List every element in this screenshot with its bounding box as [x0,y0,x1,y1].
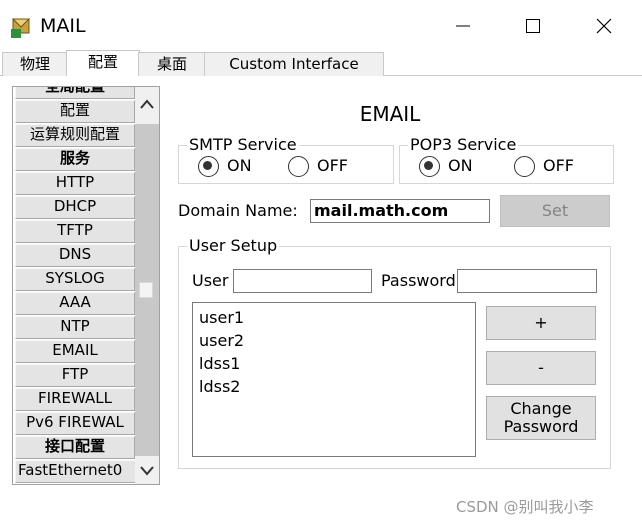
tab-physical[interactable]: 物理 [2,52,68,77]
list-item-settings[interactable]: 配置 [15,100,135,123]
password-input[interactable] [457,269,597,293]
smtp-on-label: ON [227,156,252,175]
list-item-algorithm-settings[interactable]: 运算规则配置 [15,124,135,147]
list-item-firewall[interactable]: FIREWALL [15,388,135,411]
user-setup-legend: User Setup [187,236,280,255]
list-item-tftp[interactable]: TFTP [15,220,135,243]
domain-name-label: Domain Name: [178,201,298,220]
list-item-email[interactable]: EMAIL [15,340,135,363]
pop3-off-radio[interactable] [514,156,535,177]
change-password-button[interactable]: Change Password [486,396,596,440]
tab-custom-interface[interactable]: Custom Interface [204,52,384,77]
list-item-global-config[interactable]: 全局配置 [15,87,135,99]
pop3-on-radio[interactable] [419,156,440,177]
smtp-service-legend: SMTP Service [187,135,299,154]
change-password-label-line1: Change [510,399,572,418]
user-list[interactable]: user1 user2 ldss1 ldss2 [192,302,476,457]
watermark: CSDN @别叫我小李 [456,498,594,516]
scroll-down-button[interactable] [135,456,159,486]
user-input[interactable] [233,269,372,293]
list-item-ntp[interactable]: NTP [15,316,135,339]
chevron-up-icon [140,99,154,109]
change-password-label-line2: Password [503,417,579,436]
smtp-off-radio[interactable] [288,156,309,177]
list-item-fastethernet0[interactable]: FastEthernet0 [15,460,137,483]
scroll-up-button[interactable] [135,89,159,119]
add-user-button[interactable]: + [486,306,596,340]
list-item-http[interactable]: HTTP [15,172,135,195]
app-icon [10,15,34,39]
list-item[interactable]: ldss1 [199,354,240,374]
maximize-icon [526,19,540,33]
smtp-off-label: OFF [317,156,348,175]
tab-label: 配置 [87,53,118,71]
tab-label: 物理 [19,55,50,73]
chevron-down-icon [140,466,154,476]
domain-name-input[interactable]: mail.math.com [310,199,490,223]
tab-config[interactable]: 配置 [66,50,140,78]
scroll-thumb[interactable] [139,282,153,298]
list-item[interactable]: ldss2 [199,377,240,397]
close-icon [596,18,612,34]
remove-user-button[interactable]: - [486,351,596,385]
password-label: Password [381,271,456,290]
tab-label: 桌面 [156,55,187,73]
tab-label: Custom Interface [229,55,359,73]
set-domain-button[interactable]: Set [500,195,610,227]
smtp-on-radio[interactable] [198,156,219,177]
list-item-ipv6-firewall[interactable]: Pv6 FIREWAL [15,412,135,435]
panel-title: EMAIL [359,102,421,126]
tab-strip: 物理 配置 桌面 Custom Interface [0,50,642,78]
minimize-button[interactable] [438,8,488,44]
list-header-interface-config: 接口配置 [15,436,135,459]
list-item[interactable]: user1 [199,308,244,328]
pop3-off-label: OFF [543,156,574,175]
list-item-dns[interactable]: DNS [15,244,135,267]
list-item-ftp[interactable]: FTP [15,364,135,387]
window-title: MAIL [40,15,86,37]
tab-desktop[interactable]: 桌面 [138,52,206,77]
maximize-button[interactable] [508,8,558,44]
pop3-service-legend: POP3 Service [408,135,519,154]
list-header-services: 服务 [15,148,135,171]
pop3-on-label: ON [448,156,473,175]
list-item[interactable]: user2 [199,331,244,351]
list-item-dhcp[interactable]: DHCP [15,196,135,219]
close-button[interactable] [579,8,629,44]
minimize-icon [456,25,470,27]
user-label: User [192,271,229,290]
list-item-syslog[interactable]: SYSLOG [15,268,135,291]
list-item-aaa[interactable]: AAA [15,292,135,315]
